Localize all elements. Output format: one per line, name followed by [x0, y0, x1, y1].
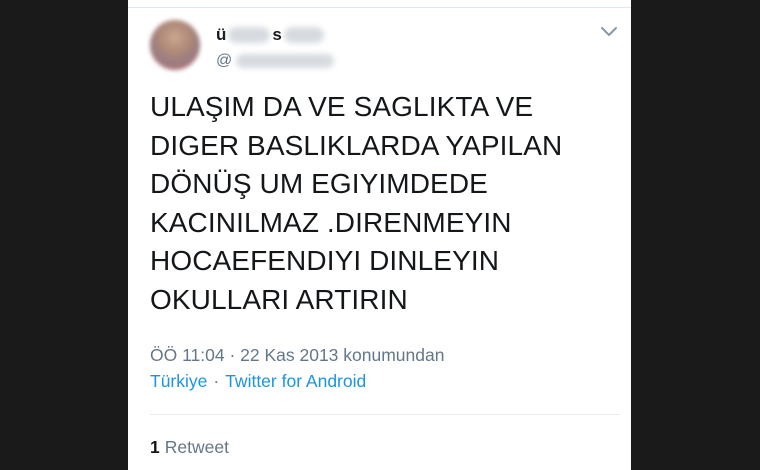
- source-link[interactable]: Twitter for Android: [225, 371, 366, 391]
- redacted-name-part-1: [228, 27, 271, 43]
- screenshot-stage: ü s @ ULAŞIM DA VE SAGLIKTA VE DIGER BAS…: [0, 0, 760, 470]
- author-name-mid: s: [272, 25, 282, 44]
- tweet-text: ULAŞIM DA VE SAGLIKTA VE DIGER BASLIKLAR…: [150, 91, 563, 315]
- avatar[interactable]: [150, 20, 200, 70]
- author-name[interactable]: ü s: [216, 24, 324, 46]
- top-divider: [128, 7, 631, 8]
- tweet-card: ü s @ ULAŞIM DA VE SAGLIKTA VE DIGER BAS…: [128, 0, 631, 470]
- retweet-stat[interactable]: 1 Retweet: [150, 437, 229, 458]
- chevron-down-icon[interactable]: [599, 22, 619, 42]
- redacted-name-part-2: [283, 27, 324, 43]
- retweet-count: 1: [150, 437, 160, 457]
- tweet-meta-links: Türkiye · Twitter for Android: [150, 371, 366, 392]
- meta-separator: ·: [213, 371, 220, 391]
- author-handle[interactable]: @: [216, 50, 335, 72]
- redacted-handle: [236, 54, 335, 68]
- stats-divider: [150, 414, 620, 415]
- tweet-timestamp[interactable]: ÖÖ 11:04 · 22 Kas 2013 konumundan: [150, 345, 444, 366]
- location-link[interactable]: Türkiye: [150, 371, 207, 391]
- handle-prefix: @: [216, 52, 233, 69]
- author-name-start: ü: [216, 25, 227, 44]
- retweet-label: Retweet: [164, 437, 229, 457]
